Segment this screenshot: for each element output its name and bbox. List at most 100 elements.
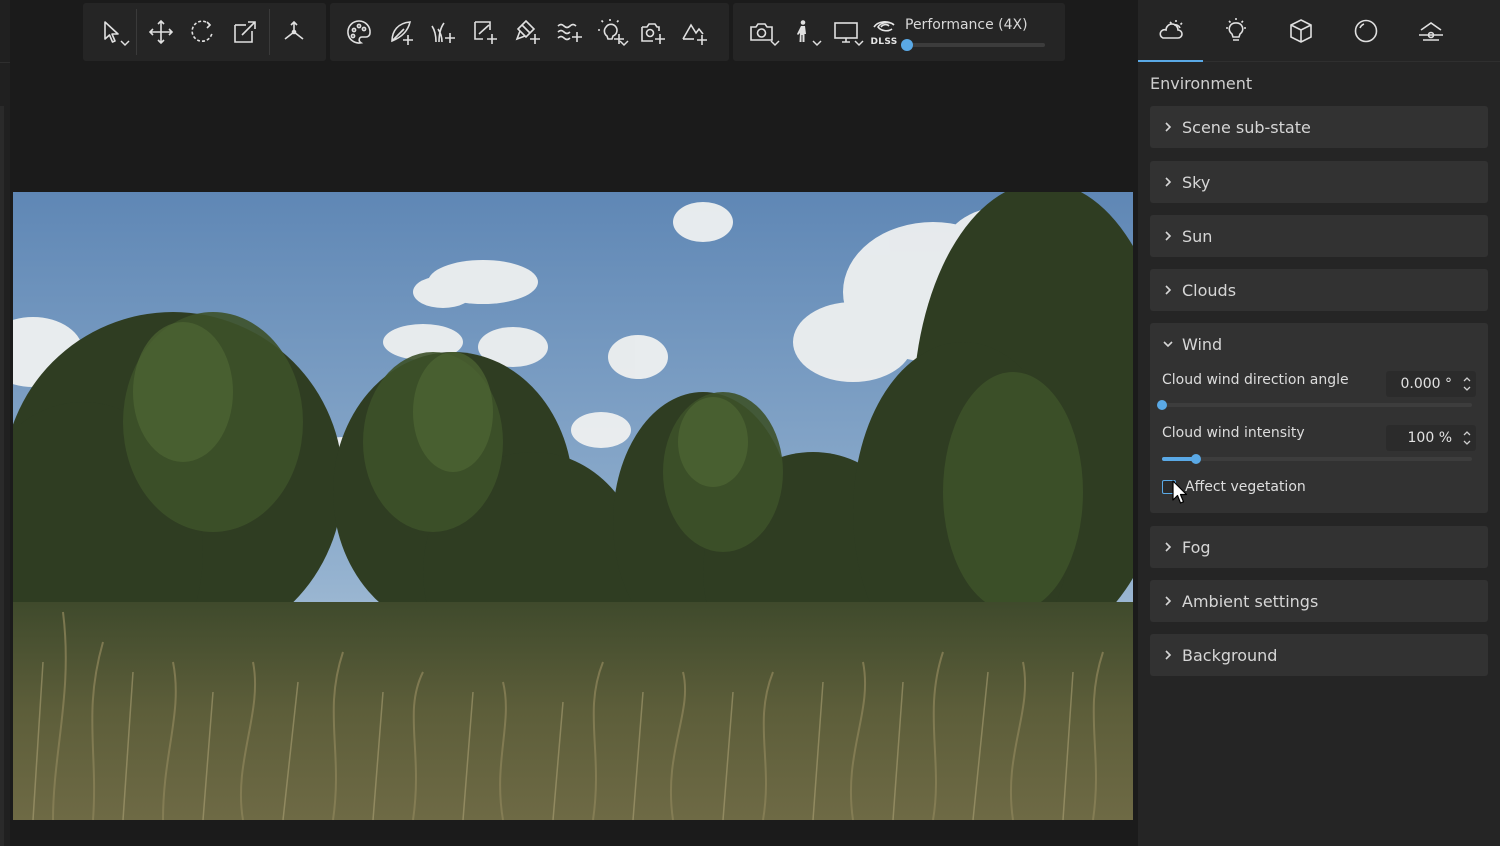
render-toolbar: DLSS Performance (4X)	[733, 3, 1065, 61]
add-object-icon	[391, 21, 413, 45]
scale-icon	[234, 21, 256, 43]
select-tool-button[interactable]	[91, 11, 133, 53]
materials-button[interactable]	[338, 11, 380, 53]
camera-button[interactable]	[741, 11, 783, 53]
cloud-wind-intensity-slider[interactable]	[1162, 454, 1472, 464]
tab-layers[interactable]	[1398, 1, 1463, 61]
affect-vegetation-row[interactable]: Affect vegetation	[1162, 479, 1306, 495]
spinner-icon[interactable]	[1462, 374, 1472, 394]
tab-lighting[interactable]	[1203, 1, 1268, 61]
nvidia-eye-icon	[873, 20, 895, 32]
dlss-mode-label: Performance (4X)	[905, 17, 1028, 33]
section-title: Scene sub-state	[1182, 117, 1311, 137]
chevron-down-icon	[1163, 341, 1173, 348]
dlss-slider-thumb[interactable]	[901, 39, 913, 51]
scale-tool-button[interactable]	[224, 11, 266, 53]
chevron-down-icon	[854, 40, 864, 47]
active-tab-indicator	[1138, 60, 1203, 62]
dlss-logo: DLSS	[869, 12, 899, 52]
cloud-wind-direction-property: Cloud wind direction angle 0.000 °	[1157, 371, 1476, 412]
axes-icon	[284, 20, 304, 40]
add-water-button[interactable]	[548, 11, 590, 53]
add-path-button[interactable]	[464, 11, 506, 53]
cloud-wind-intensity-value: 100 %	[1407, 430, 1452, 446]
chevron-right-icon	[1165, 177, 1172, 187]
section-title: Ambient settings	[1182, 591, 1319, 611]
tab-materials[interactable]	[1333, 1, 1398, 61]
chevron-down-icon	[812, 40, 822, 47]
forest-scene-image	[13, 192, 1133, 820]
add-grass-button[interactable]	[422, 11, 464, 53]
add-path-icon	[474, 21, 497, 44]
affect-vegetation-checkbox[interactable]	[1162, 480, 1176, 494]
toolbar-separator	[136, 9, 137, 55]
cloud-wind-direction-label: Cloud wind direction angle	[1162, 372, 1349, 388]
cloud-wind-direction-slider[interactable]	[1157, 400, 1472, 410]
add-grass-icon	[431, 22, 455, 43]
left-scrollbar[interactable]	[0, 106, 4, 846]
add-light-button[interactable]	[590, 11, 632, 53]
add-paint-button[interactable]	[506, 11, 548, 53]
cloud-wind-direction-input[interactable]: 0.000 °	[1386, 371, 1476, 397]
add-image-icon	[641, 23, 665, 44]
walk-mode-button[interactable]	[783, 11, 825, 53]
slider-thumb[interactable]	[1191, 454, 1201, 464]
materials-icon	[347, 20, 371, 44]
spinner-icon[interactable]	[1462, 428, 1472, 448]
cloud-wind-direction-value: 0.000 °	[1400, 376, 1452, 392]
layers-icon	[1418, 21, 1443, 41]
chevron-right-icon	[1165, 596, 1172, 606]
toolbar-separator	[269, 9, 270, 55]
chevron-right-icon	[1165, 122, 1172, 132]
section-wind-header[interactable]: Wind	[1150, 323, 1488, 365]
sphere-icon	[1354, 19, 1377, 42]
section-clouds[interactable]: Clouds	[1150, 269, 1488, 311]
object-toolbar	[330, 3, 729, 61]
add-paint-icon	[515, 19, 540, 44]
cloud-wind-intensity-label: Cloud wind intensity	[1162, 425, 1305, 441]
tab-environment[interactable]	[1138, 1, 1203, 61]
move-tool-button[interactable]	[140, 11, 182, 53]
light-bulb-icon	[1225, 17, 1246, 41]
weather-icon	[1158, 19, 1183, 39]
section-title: Wind	[1182, 334, 1223, 354]
section-background[interactable]: Background	[1150, 634, 1488, 676]
dlss-slider-track[interactable]	[901, 39, 1045, 51]
app-window: DLSS Performance (4X) Environment Scene …	[0, 0, 1500, 846]
cloud-wind-intensity-input[interactable]: 100 %	[1386, 425, 1476, 451]
add-water-icon	[557, 23, 582, 42]
panel-tab-bar	[1138, 0, 1500, 62]
add-image-button[interactable]	[632, 11, 674, 53]
add-terrain-icon	[682, 23, 707, 45]
tab-objects[interactable]	[1268, 1, 1333, 61]
properties-panel: Environment Scene sub-state Sky Sun Clou…	[1138, 0, 1500, 846]
move-icon	[148, 19, 174, 45]
add-object-button[interactable]	[380, 11, 422, 53]
chevron-down-icon	[770, 40, 780, 47]
section-title: Sky	[1182, 172, 1211, 192]
chevron-down-icon	[619, 40, 629, 47]
chevron-right-icon	[1165, 231, 1172, 241]
cube-icon	[1289, 18, 1312, 43]
rotate-icon	[191, 20, 213, 42]
section-wind: Wind Cloud wind direction angle 0.000 ° …	[1150, 323, 1488, 513]
chevron-down-icon	[120, 40, 130, 47]
display-button[interactable]	[825, 11, 867, 53]
section-sun[interactable]: Sun	[1150, 215, 1488, 257]
chevron-right-icon	[1165, 285, 1172, 295]
chevron-right-icon	[1165, 650, 1172, 660]
rotate-tool-button[interactable]	[182, 11, 224, 53]
add-terrain-button[interactable]	[674, 11, 716, 53]
section-fog[interactable]: Fog	[1150, 526, 1488, 568]
section-title: Background	[1182, 645, 1278, 665]
dlss-performance[interactable]: Performance (4X)	[901, 17, 1045, 51]
transform-tool-button[interactable]	[273, 11, 315, 53]
section-ambient-settings[interactable]: Ambient settings	[1150, 580, 1488, 622]
slider-thumb[interactable]	[1157, 400, 1167, 410]
section-scene-sub-state[interactable]: Scene sub-state	[1150, 106, 1488, 148]
cloud-wind-intensity-property: Cloud wind intensity 100 %	[1162, 425, 1476, 465]
section-title: Clouds	[1182, 280, 1237, 300]
dlss-control[interactable]: DLSS Performance (4X)	[869, 12, 1045, 52]
render-viewport[interactable]	[13, 192, 1133, 820]
section-sky[interactable]: Sky	[1150, 161, 1488, 203]
